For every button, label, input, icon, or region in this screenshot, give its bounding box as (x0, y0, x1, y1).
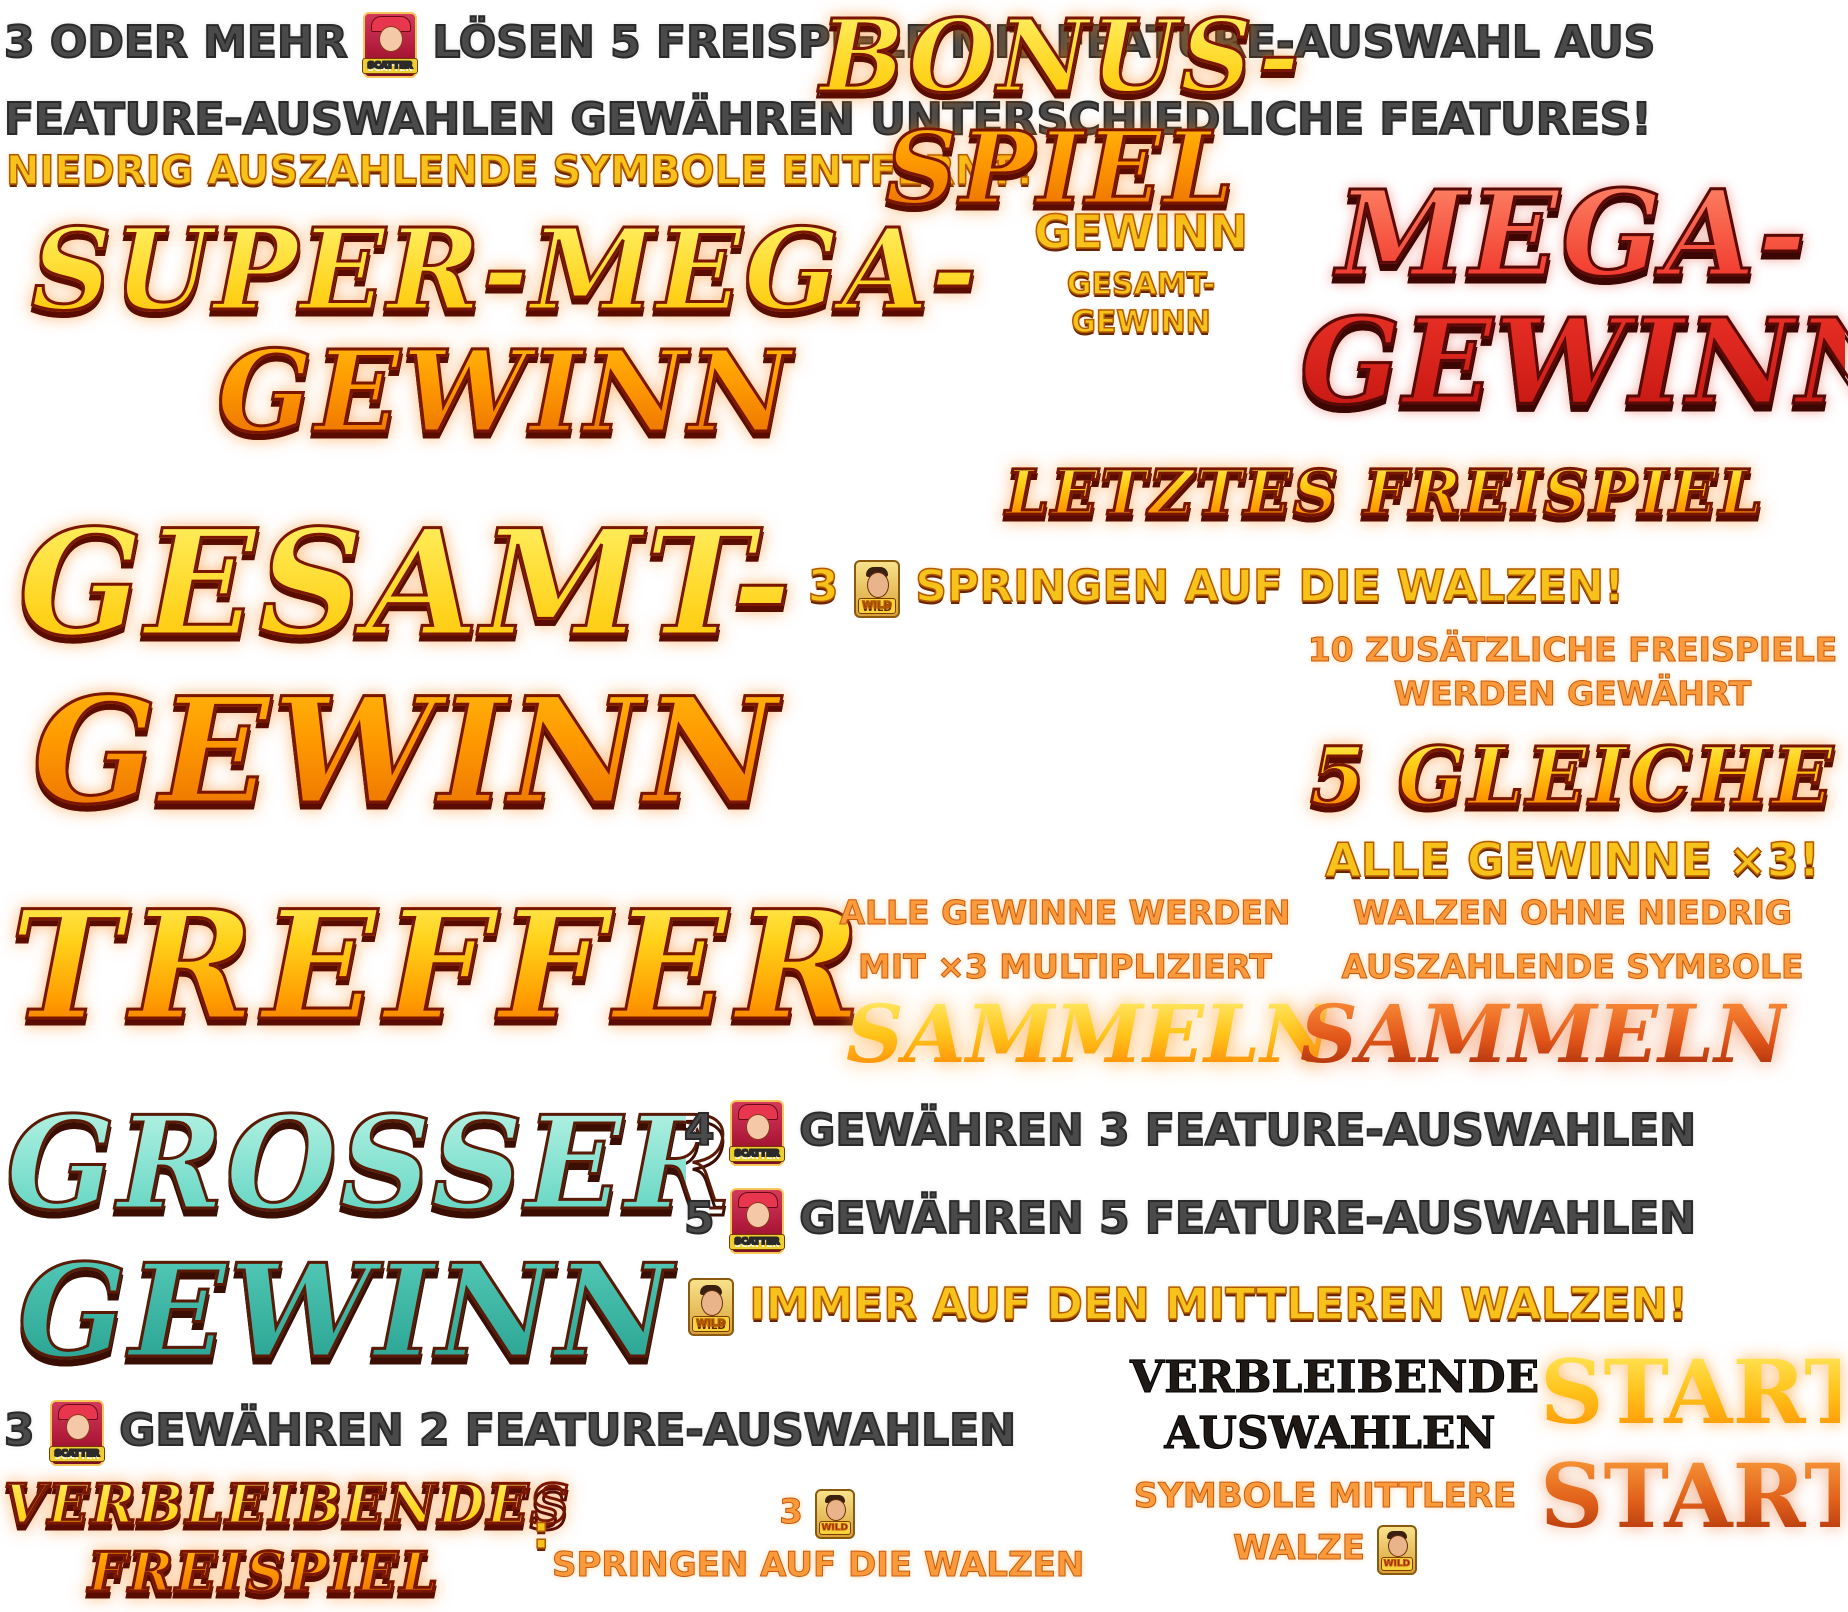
symbols-middle-line2: WALZE WILD (1120, 1522, 1530, 1575)
symbols-middle-line1: SYMBOLE MITTLERE (1133, 1476, 1517, 1517)
wilds-jump-small-text: 3 WILD SPRINGEN AUF DIE WALZEN (552, 1486, 1085, 1591)
scatter-icon: SCATTER (362, 12, 418, 78)
big-win-line2: GEWINN (16, 1237, 675, 1388)
total-win-small-label: GESAMT- GEWINN (1012, 266, 1270, 342)
remaining-free-spin-line2: FREISPIEL (87, 1539, 440, 1606)
five-same-banner: 5 GLEICHE (1300, 728, 1845, 825)
mega-win-line2: GEWINN (1299, 292, 1848, 431)
total-win-banner: GESAMT- GEWINN (6, 498, 806, 837)
all-wins-x3-banner: ALLE GEWINNE ×3! (1324, 832, 1820, 888)
multiplied-line1: ALLE GEWINNE WERDEN (839, 893, 1291, 933)
wilds-jump-small-count: 3 (779, 1492, 804, 1533)
scatter5-count: 5 (683, 1192, 716, 1245)
wilds-jump-text: SPRINGEN AUF DIE WALZEN! (915, 560, 1625, 613)
bonus-game-line2: SPIEL (884, 109, 1237, 227)
multiplied-text: ALLE GEWINNE WERDEN MIT ×3 MULTIPLIZIERT (830, 886, 1300, 994)
total-win-small-line1: GESAMT- (1066, 266, 1216, 303)
big-win-line1: GROSSER (5, 1089, 734, 1240)
wild-icon: WILD (1376, 1524, 1417, 1575)
wilds-jump-small-line2: SPRINGEN AUF DIE WALZEN (552, 1544, 1085, 1585)
remaining-picks-line1: VERBLEIBENDE (1130, 1352, 1540, 1404)
last-free-spin-banner: LETZTES FREISPIEL (1004, 454, 1765, 532)
scatter3-count: 3 (3, 1404, 36, 1457)
symbols-middle-line2-text: WALZE (1233, 1528, 1366, 1569)
wild-icon: WILD (688, 1278, 734, 1336)
wilds-jump-small-line1: 3 WILD (552, 1486, 1082, 1539)
scatter-icon: SCATTER (728, 1188, 785, 1254)
scatter3-text: GEWÄHREN 2 FEATURE-AUSWAHLEN (118, 1404, 1017, 1457)
multiplied-line2: MIT ×3 MULTIPLIZIERT (858, 947, 1273, 987)
remaining-picks-line2: AUSWAHLEN (1164, 1408, 1496, 1460)
no-low-symbols-text: WALZEN OHNE NIEDRIG AUSZAHLENDE SYMBOLE (1300, 886, 1845, 994)
symbols-middle-reel-text: SYMBOLE MITTLERE WALZE WILD (1120, 1470, 1530, 1575)
wild-middle-text: IMMER AUF DEN MITTLEREN WALZEN! (749, 1278, 1689, 1331)
scatter5-text: GEWÄHREN 5 FEATURE-AUSWAHLEN (798, 1192, 1697, 1245)
bonus-game-line1: BONUS- (818, 0, 1302, 115)
wilds-jump-line: 3 WILD SPRINGEN AUF DIE WALZEN! (807, 554, 1625, 620)
extra-free-spins-line2: WERDEN GEWÄHRT (1393, 674, 1752, 714)
wild-icon: WILD (814, 1488, 855, 1539)
big-win-banner: GROSSER GEWINN (5, 1089, 734, 1388)
extra-free-spins-line1: 10 ZUSÄTZLICHE FREISPIELE (1307, 630, 1838, 670)
collect-gold-banner: SAMMELN (846, 987, 1334, 1081)
extra-free-spins-text: 10 ZUSÄTZLICHE FREISPIELE WERDEN GEWÄHRT (1300, 628, 1845, 716)
scatter3-line: 3 SCATTER GEWÄHREN 2 FEATURE-AUSWAHLEN (3, 1396, 1017, 1466)
super-mega-win-line1: SUPER-MEGA- (29, 205, 980, 336)
wild-icon: WILD (853, 560, 900, 618)
remaining-picks-banner: VERBLEIBENDE AUSWAHLEN (1130, 1350, 1540, 1462)
remaining-colon: : (531, 1504, 551, 1560)
start-red-button-label: START (1540, 1444, 1848, 1548)
total-win-small-line2: GEWINN (1070, 304, 1211, 341)
remaining-free-spin-line1: VERBLEIBENDES (3, 1471, 572, 1538)
info-line-prefix: 3 ODER MEHR (3, 16, 349, 69)
scatter4-count: 4 (683, 1104, 716, 1157)
no-low-symbols-line1: WALZEN OHNE NIEDRIG (1353, 893, 1793, 933)
remaining-free-spin-banner: VERBLEIBENDES FREISPIEL (3, 1470, 572, 1606)
start-gold-button-label: START (1540, 1340, 1848, 1444)
scatter4-line: 4 SCATTER GEWÄHREN 3 FEATURE-AUSWAHLEN (683, 1096, 1697, 1166)
scatter5-line: 5 SCATTER GEWÄHREN 5 FEATURE-AUSWAHLEN (683, 1184, 1697, 1254)
super-mega-win-banner: SUPER-MEGA- GEWINN (10, 205, 1000, 458)
scatter-icon: SCATTER (48, 1400, 105, 1466)
mega-win-line1: MEGA- (1335, 164, 1809, 303)
total-win-line1: GESAMT- (17, 498, 794, 669)
wild-middle-line: WILD IMMER AUF DEN MITTLEREN WALZEN! (688, 1272, 1689, 1338)
wilds-jump-count: 3 (807, 560, 839, 613)
scatter4-text: GEWÄHREN 3 FEATURE-AUSWAHLEN (798, 1104, 1697, 1157)
bonus-game-banner: BONUS- SPIEL (818, 0, 1302, 227)
mega-win-banner: MEGA- GEWINN (1299, 164, 1848, 431)
scatter-icon: SCATTER (728, 1100, 785, 1166)
no-low-symbols-line2: AUSZAHLENDE SYMBOLE (1341, 947, 1804, 987)
total-win-line2: GEWINN (31, 666, 780, 837)
super-mega-win-line2: GEWINN (216, 327, 793, 458)
hit-banner: TREFFER (9, 878, 869, 1054)
collect-red-banner: SAMMELN (1300, 987, 1788, 1081)
